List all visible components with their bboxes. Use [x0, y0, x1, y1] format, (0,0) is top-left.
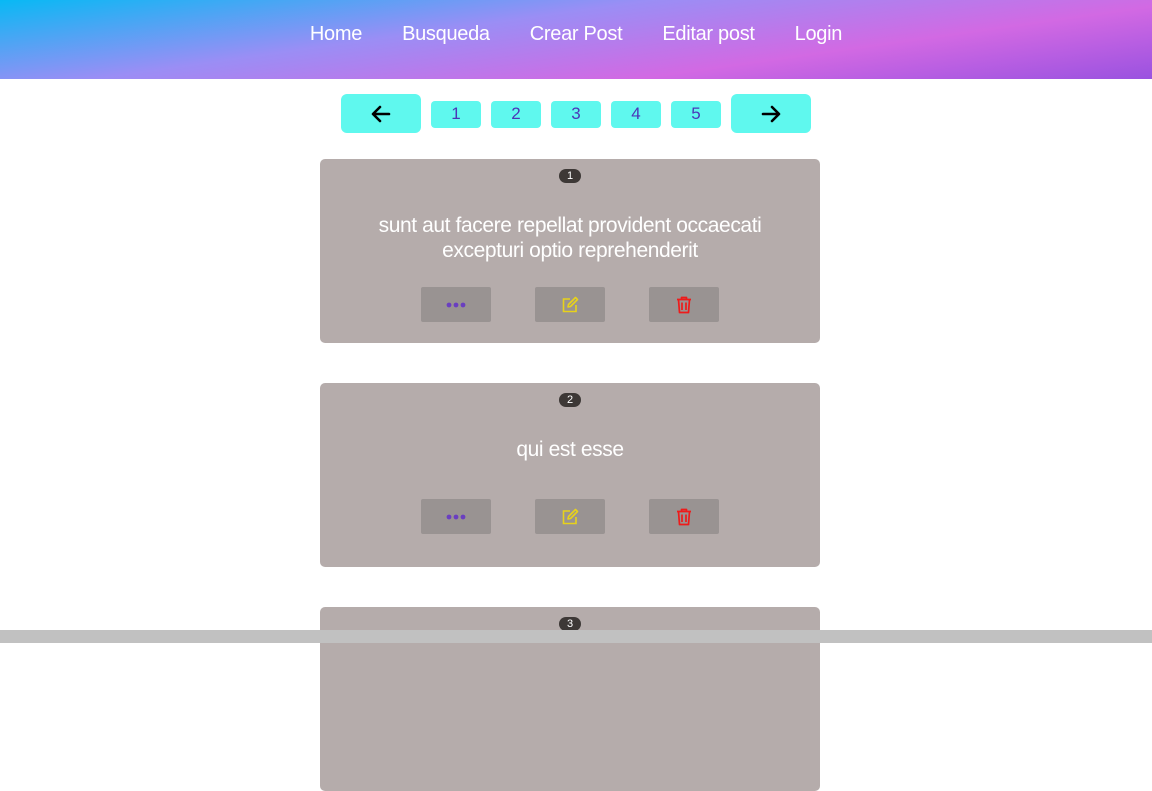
- post-title: sunt aut facere repellat provident occae…: [378, 214, 762, 262]
- delete-post-button[interactable]: [649, 287, 719, 322]
- top-navbar: Home Busqueda Crear Post Editar post Log…: [0, 0, 1152, 79]
- trash-icon: [677, 296, 691, 313]
- pagination: 1 2 3 4 5: [0, 94, 1152, 133]
- edit-post-button[interactable]: [535, 287, 605, 322]
- ellipsis-icon: [446, 514, 466, 519]
- previous-page-button[interactable]: [341, 94, 421, 133]
- post-id-badge: 1: [559, 169, 581, 183]
- page-3-button[interactable]: 3: [551, 100, 601, 128]
- post-card: 2 qui est esse: [320, 383, 820, 567]
- arrow-left-icon: [371, 105, 391, 122]
- edit-post-button[interactable]: [535, 499, 605, 534]
- delete-post-button[interactable]: [649, 499, 719, 534]
- view-post-button[interactable]: [421, 287, 491, 322]
- nav-crear-post-link[interactable]: Crear Post: [530, 23, 623, 46]
- nav-login-link[interactable]: Login: [795, 23, 843, 46]
- post-id-badge: 3: [559, 617, 581, 631]
- ellipsis-icon: [446, 302, 466, 307]
- post-title: qui est esse: [516, 438, 624, 461]
- page-4-button[interactable]: 4: [611, 100, 661, 128]
- next-page-button[interactable]: [731, 94, 811, 133]
- post-card: 1 sunt aut facere repellat provident occ…: [320, 159, 820, 343]
- edit-icon: [562, 296, 579, 312]
- page-2-button[interactable]: 2: [491, 100, 541, 128]
- nav-busqueda-link[interactable]: Busqueda: [402, 23, 490, 46]
- trash-icon: [677, 508, 691, 525]
- view-post-button[interactable]: [421, 499, 491, 534]
- page-5-button[interactable]: 5: [671, 100, 721, 128]
- page-1-button[interactable]: 1: [431, 100, 481, 128]
- post-id-badge: 2: [559, 393, 581, 407]
- nav-home-link[interactable]: Home: [310, 23, 362, 46]
- arrow-right-icon: [761, 105, 781, 122]
- nav-editar-post-link[interactable]: Editar post: [662, 23, 755, 46]
- horizontal-scrollbar[interactable]: [0, 630, 1152, 643]
- edit-icon: [562, 508, 579, 524]
